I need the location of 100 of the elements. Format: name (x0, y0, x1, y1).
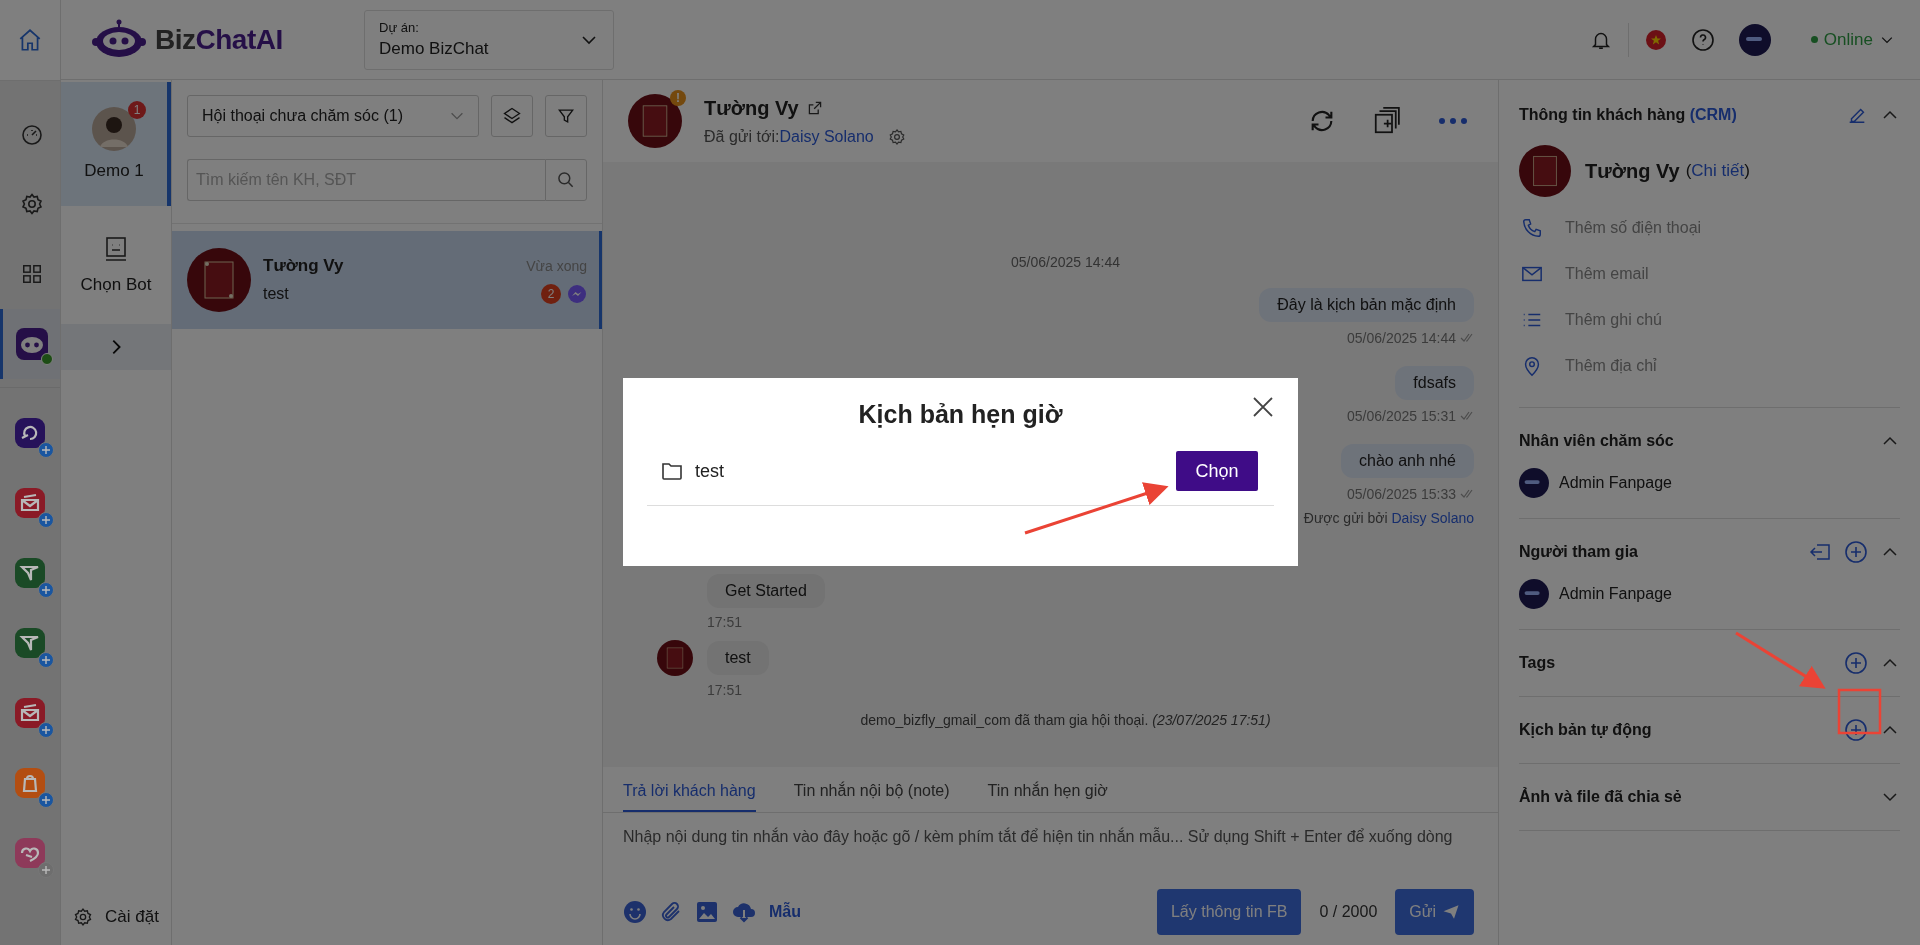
home-button[interactable] (0, 0, 60, 81)
logo-text: BizChatAI (155, 23, 283, 56)
add-badge[interactable] (38, 862, 54, 878)
composer-tab[interactable]: Tin nhắn hẹn giờ (987, 782, 1108, 812)
member-name: Admin Fanpage (1559, 474, 1672, 492)
emoji-icon[interactable] (623, 900, 647, 924)
template-link[interactable]: Mẫu (769, 903, 801, 921)
gauge-icon (19, 122, 44, 146)
member-name: Admin Fanpage (1559, 585, 1672, 603)
search-icon[interactable] (556, 170, 576, 190)
message-bubble: test (707, 641, 769, 675)
section-title: Ảnh và file đã chia sẻ (1519, 788, 1682, 806)
grid-icon (20, 263, 43, 285)
add-badge[interactable] (38, 442, 54, 458)
section-title: Nhân viên chăm sóc (1519, 432, 1674, 450)
settings-icon (19, 192, 44, 216)
page-avatar-icon (92, 107, 136, 151)
page-item[interactable]: 1 Demo 1 (61, 82, 171, 206)
add-field-link[interactable]: Thêm email (1565, 265, 1649, 283)
choose-bot-button[interactable]: Chọn Bot (61, 206, 171, 324)
app-icon[interactable] (15, 488, 45, 518)
unread-badge: 1 (128, 101, 146, 119)
script-name: test (695, 460, 724, 482)
close-icon[interactable] (1252, 396, 1274, 418)
status-select[interactable]: Online (1810, 29, 1895, 50)
bot-icon (14, 327, 49, 361)
parenthesis: ( (1685, 161, 1692, 181)
composer-tab[interactable]: Tin nhắn nội bộ (note) (793, 782, 950, 812)
add-badge[interactable] (38, 792, 54, 808)
add-field-link[interactable]: Thêm địa chỉ (1565, 357, 1657, 375)
avatar-icon[interactable] (1738, 23, 1771, 56)
filter-select[interactable]: Hội thoại chưa chăm sóc (1) (187, 95, 479, 137)
section-title: Người tham gia (1519, 543, 1638, 561)
image-icon[interactable] (695, 900, 719, 924)
cloud-download-icon[interactable] (731, 900, 757, 924)
flag-icon[interactable] (1644, 28, 1667, 51)
add-badge[interactable] (38, 722, 54, 738)
unread-badge: 2 (541, 284, 561, 304)
contact-avatar-icon (1519, 145, 1571, 197)
message-time: 17:51 (707, 682, 744, 698)
section-title: Tags (1519, 654, 1556, 672)
message-bubble: Get Started (707, 574, 825, 608)
member-avatar-icon (1519, 468, 1549, 498)
app-icon[interactable] (15, 628, 45, 658)
add-field-link[interactable]: Thêm ghi chú (1565, 311, 1662, 329)
message-bubble: chào anh nhé (1341, 444, 1474, 478)
section-title: Thông tin khách hàng (CRM) (1519, 106, 1737, 124)
search-button[interactable] (545, 159, 587, 201)
message-time: 05/06/2025 15:33 (1347, 486, 1456, 502)
phone-icon (1521, 217, 1543, 239)
home-icon (17, 27, 43, 53)
message-time: 05/06/2025 15:31 (1347, 408, 1456, 424)
add-badge[interactable] (38, 652, 54, 668)
contact-avatar-icon (657, 640, 693, 676)
external-link-icon[interactable] (806, 100, 823, 116)
message-bubble: Đây là kịch bản mặc định (1259, 288, 1474, 322)
sender-label: Được gửi bởi (1303, 510, 1388, 526)
add-icon[interactable] (1844, 718, 1868, 742)
agent-link[interactable]: Daisy Solano (779, 127, 874, 146)
add-badge[interactable] (38, 582, 54, 598)
layers-button[interactable] (491, 95, 533, 137)
read-check-icon (1460, 411, 1474, 421)
member-avatar-icon (1519, 579, 1549, 609)
message-time: 17:51 (707, 614, 744, 630)
section-title: Kịch bản tự động (1519, 721, 1652, 739)
read-check-icon (1460, 489, 1474, 499)
project-select[interactable]: Dự án: Demo BizChat (364, 9, 614, 70)
get-facebook-info-button[interactable]: Lấy thông tin FB (1156, 889, 1302, 935)
app-icon[interactable] (15, 558, 45, 588)
settings-icon[interactable] (887, 127, 906, 146)
attachment-icon[interactable] (659, 900, 683, 924)
message-bubble: fdsafs (1395, 366, 1474, 400)
add-copy-icon[interactable] (1372, 106, 1402, 136)
app-icon[interactable] (15, 418, 45, 448)
add-icon[interactable] (1844, 540, 1868, 564)
contact-name: Tường Vy (704, 96, 799, 120)
send-button[interactable]: Gửi (1395, 889, 1474, 935)
more-icon[interactable] (1438, 117, 1468, 125)
app-icon[interactable] (15, 838, 45, 868)
choose-button[interactable]: Chọn (1176, 451, 1258, 491)
character-counter: 0 / 2000 (1319, 903, 1378, 921)
dialog-title: Kịch bản hẹn giờ (857, 400, 1064, 429)
detail-link[interactable]: Chi tiết (1691, 161, 1745, 181)
add-field-link[interactable]: Thêm số điện thoại (1565, 219, 1702, 237)
app-icon[interactable] (15, 698, 45, 728)
date-divider: 05/06/2025 14:44 (1010, 254, 1121, 270)
filter-button[interactable] (545, 95, 587, 137)
help-icon[interactable] (1690, 27, 1715, 52)
add-badge[interactable] (38, 512, 54, 528)
agent-link[interactable]: Daisy Solano (1391, 510, 1474, 526)
settings-link[interactable]: Cài đặt (61, 907, 171, 945)
alert-badge: ! (670, 90, 686, 106)
contact-avatar-icon (187, 248, 251, 312)
settings-icon (73, 907, 93, 927)
message-input[interactable]: Nhập nội dung tin nhắn vào đây hoặc gõ / kèm phím tắt để hiện tin nhắn mẫu... Sử dụng Shift + Enter để xuống dòng (603, 813, 1498, 889)
system-message: demo_bizfly_gmail_com đã tham gia hội thoại. (23/07/2025 17:51) (859, 712, 1272, 728)
sent-to-label: Đã gửi tới: (704, 127, 780, 146)
add-icon[interactable] (1844, 651, 1868, 675)
contact-avatar-icon (628, 94, 682, 148)
send-icon (1442, 903, 1460, 921)
